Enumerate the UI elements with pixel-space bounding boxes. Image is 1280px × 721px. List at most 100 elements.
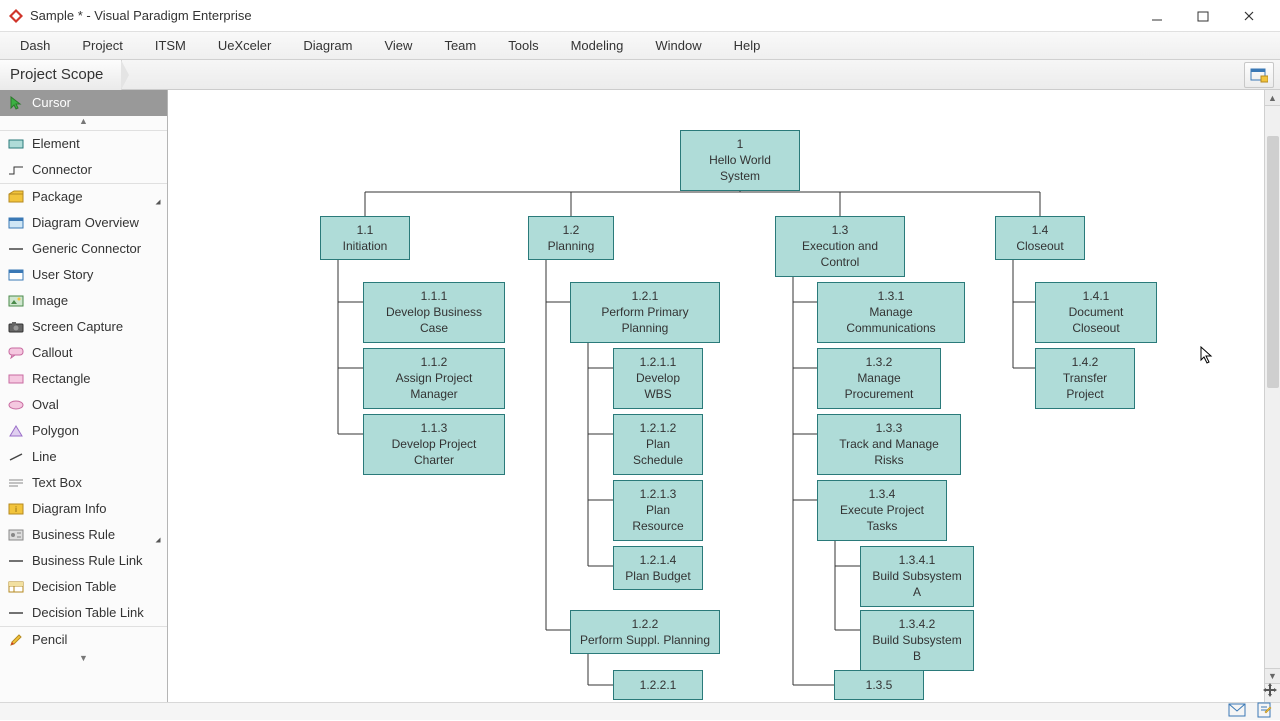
- mail-icon[interactable]: [1228, 703, 1246, 720]
- wbs-node-1-3-1[interactable]: 1.3.1Manage Communications: [817, 282, 965, 343]
- palette-decision-table-link[interactable]: Decision Table Link: [0, 600, 167, 626]
- node-label: Plan Budget: [625, 568, 690, 584]
- wbs-node-1-2-2-1[interactable]: 1.2.2.1: [613, 670, 703, 700]
- palette-oval[interactable]: Oval: [0, 392, 167, 418]
- palette-image[interactable]: Image: [0, 288, 167, 314]
- palette-item-label: Cursor: [32, 95, 71, 110]
- diagram-info-icon: i: [8, 501, 24, 517]
- palette-text-box[interactable]: Text Box: [0, 470, 167, 496]
- menu-item-itsm[interactable]: ITSM: [139, 32, 202, 60]
- menu-item-modeling[interactable]: Modeling: [555, 32, 640, 60]
- menu-item-window[interactable]: Window: [639, 32, 717, 60]
- scroll-up-arrow[interactable]: ▲: [1265, 90, 1280, 106]
- view-options-button[interactable]: [1244, 62, 1274, 88]
- wbs-node-1-3-4-1[interactable]: 1.3.4.1Build Subsystem A: [860, 546, 974, 607]
- palette-callout[interactable]: Callout: [0, 340, 167, 366]
- wbs-node-1-2-2[interactable]: 1.2.2Perform Suppl. Planning: [570, 610, 720, 654]
- node-label: Hello World System: [689, 152, 791, 184]
- palette-pencil[interactable]: Pencil: [0, 627, 167, 653]
- note-icon[interactable]: [1256, 702, 1272, 721]
- palette-item-label: Polygon: [32, 423, 79, 438]
- wbs-node-1-4[interactable]: 1.4Closeout: [995, 216, 1085, 260]
- palette-screen-capture[interactable]: Screen Capture: [0, 314, 167, 340]
- node-label: Manage Communications: [826, 304, 956, 336]
- wbs-node-1-3[interactable]: 1.3Execution and Control: [775, 216, 905, 277]
- palette-business-rule[interactable]: Business Rule: [0, 522, 167, 548]
- wbs-node-1-4-1[interactable]: 1.4.1Document Closeout: [1035, 282, 1157, 343]
- menu-item-diagram[interactable]: Diagram: [287, 32, 368, 60]
- menu-item-project[interactable]: Project: [66, 32, 138, 60]
- palette-decision-table[interactable]: Decision Table: [0, 574, 167, 600]
- node-number: 1.2.1: [632, 288, 659, 304]
- pan-handle-icon[interactable]: [1262, 682, 1278, 698]
- palette-business-rule-link[interactable]: Business Rule Link: [0, 548, 167, 574]
- business-rule-link-icon: [8, 553, 24, 569]
- palette-rectangle[interactable]: Rectangle: [0, 366, 167, 392]
- wbs-node-1-1[interactable]: 1.1Initiation: [320, 216, 410, 260]
- menu-bar: DashProjectITSMUeXcelerDiagramViewTeamTo…: [0, 32, 1280, 60]
- node-label: Perform Suppl. Planning: [580, 632, 710, 648]
- palette-item-label: Decision Table Link: [32, 605, 144, 620]
- palette-user-story[interactable]: User Story: [0, 262, 167, 288]
- wbs-node-1-2-1-2[interactable]: 1.2.1.2Plan Schedule: [613, 414, 703, 475]
- menu-item-team[interactable]: Team: [428, 32, 492, 60]
- node-number: 1.2.1.3: [640, 486, 677, 502]
- palette-line[interactable]: Line: [0, 444, 167, 470]
- wbs-node-1-2-1[interactable]: 1.2.1Perform Primary Planning: [570, 282, 720, 343]
- palette-item-label: Connector: [32, 162, 92, 177]
- minimize-button[interactable]: [1134, 0, 1180, 32]
- svg-text:i: i: [15, 505, 17, 514]
- wbs-node-1-1-3[interactable]: 1.1.3Develop Project Charter: [363, 414, 505, 475]
- scroll-thumb[interactable]: [1267, 136, 1279, 388]
- wbs-node-1-2-1-4[interactable]: 1.2.1.4Plan Budget: [613, 546, 703, 590]
- node-number: 1.4.2: [1072, 354, 1099, 370]
- wbs-node-1-2-1-1[interactable]: 1.2.1.1Develop WBS: [613, 348, 703, 409]
- palette-package[interactable]: Package: [0, 184, 167, 210]
- node-label: Execution and Control: [784, 238, 896, 270]
- wbs-node-1-1-2[interactable]: 1.1.2Assign Project Manager: [363, 348, 505, 409]
- wbs-node-1-2-1-3[interactable]: 1.2.1.3Plan Resource: [613, 480, 703, 541]
- wbs-node-1[interactable]: 1Hello World System: [680, 130, 800, 191]
- breadcrumb-item[interactable]: Project Scope: [0, 60, 122, 90]
- palette-collapse-up[interactable]: ▲: [0, 116, 167, 130]
- node-label: Plan Resource: [622, 502, 694, 534]
- palette-diagram-info[interactable]: i Diagram Info: [0, 496, 167, 522]
- vertical-scrollbar[interactable]: ▲ ▼: [1264, 90, 1280, 702]
- palette-polygon[interactable]: Polygon: [0, 418, 167, 444]
- close-button[interactable]: [1226, 0, 1272, 32]
- node-number: 1: [737, 136, 744, 152]
- wbs-node-1-3-5[interactable]: 1.3.5: [834, 670, 924, 700]
- palette-item-label: Pencil: [32, 632, 67, 647]
- palette-cursor[interactable]: Cursor: [0, 90, 167, 116]
- node-number: 1.4: [1032, 222, 1049, 238]
- wbs-node-1-4-2[interactable]: 1.4.2Transfer Project: [1035, 348, 1135, 409]
- palette-item-label: Screen Capture: [32, 319, 123, 334]
- wbs-node-1-3-4[interactable]: 1.3.4Execute Project Tasks: [817, 480, 947, 541]
- screen-capture-icon: [8, 319, 24, 335]
- wbs-node-1-3-2[interactable]: 1.3.2Manage Procurement: [817, 348, 941, 409]
- palette-item-label: Diagram Info: [32, 501, 106, 516]
- wbs-node-1-2[interactable]: 1.2Planning: [528, 216, 614, 260]
- diagram-canvas[interactable]: 1Hello World System 1.1Initiation 1.2Plann…: [168, 90, 1280, 702]
- cursor-icon: [8, 95, 24, 111]
- menu-item-dash[interactable]: Dash: [4, 32, 66, 60]
- maximize-button[interactable]: [1180, 0, 1226, 32]
- wbs-node-1-3-3[interactable]: 1.3.3Track and Manage Risks: [817, 414, 961, 475]
- palette-item-label: Text Box: [32, 475, 82, 490]
- wbs-node-1-1-1[interactable]: 1.1.1Develop Business Case: [363, 282, 505, 343]
- decision-table-icon: [8, 579, 24, 595]
- menu-item-tools[interactable]: Tools: [492, 32, 554, 60]
- wbs-node-1-3-4-2[interactable]: 1.3.4.2Build Subsystem B: [860, 610, 974, 671]
- node-number: 1.2.1.2: [640, 420, 677, 436]
- palette-connector[interactable]: Connector: [0, 157, 167, 183]
- palette-item-label: Element: [32, 136, 80, 151]
- menu-item-view[interactable]: View: [368, 32, 428, 60]
- menu-item-help[interactable]: Help: [718, 32, 777, 60]
- palette-generic-connector[interactable]: Generic Connector: [0, 236, 167, 262]
- callout-icon: [8, 345, 24, 361]
- palette-collapse-down[interactable]: ▼: [0, 653, 167, 667]
- palette-element[interactable]: Element: [0, 131, 167, 157]
- palette-diagram-overview[interactable]: Diagram Overview: [0, 210, 167, 236]
- menu-item-uexceler[interactable]: UeXceler: [202, 32, 287, 60]
- node-number: 1.3.4.1: [899, 552, 936, 568]
